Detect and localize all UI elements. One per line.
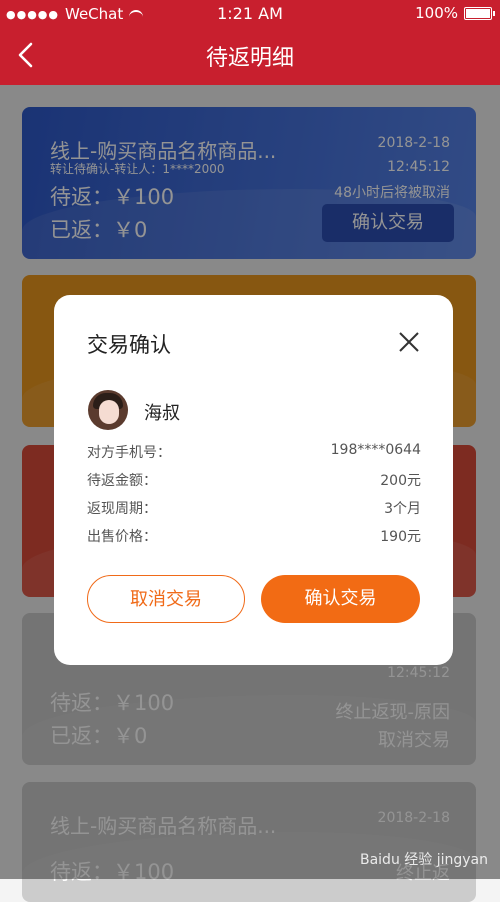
battery-info: 100%: [415, 4, 495, 22]
dialog-title: 交易确认: [87, 333, 171, 357]
confirm-dialog: 交易确认 海叔 对方手机号： 198****0644 待返金额： 200元 返现…: [54, 295, 453, 665]
row-value: 190元: [380, 529, 421, 545]
row-value: 198****0644: [330, 442, 421, 458]
row-label: 对方手机号：: [87, 445, 171, 461]
row-value: 200元: [380, 473, 421, 489]
nav-bar: 待返明细: [0, 27, 500, 85]
row-value: 3个月: [384, 501, 421, 517]
status-bar: ●●●●● WeChat 1:21 AM 100%: [0, 0, 500, 27]
avatar: [88, 390, 128, 430]
row-label: 出售价格：: [87, 529, 157, 545]
row-label: 待返金额：: [87, 473, 157, 489]
battery-percent: 100%: [415, 4, 458, 22]
page-title: 待返明细: [205, 46, 294, 71]
row-label: 返现周期：: [87, 501, 157, 517]
cancel-transaction-button[interactable]: 取消交易: [87, 575, 245, 623]
confirm-transaction-button[interactable]: 确认交易: [261, 575, 420, 623]
watermark: Baidu 经验 jingyan: [359, 852, 488, 868]
close-icon[interactable]: [397, 330, 421, 354]
battery-icon: [464, 6, 495, 20]
user-name: 海叔: [144, 403, 180, 424]
